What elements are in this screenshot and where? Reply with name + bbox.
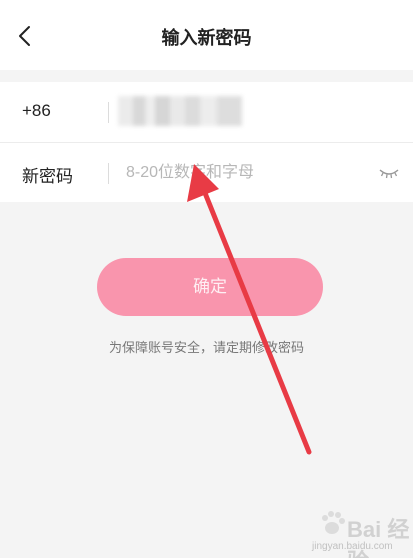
password-input[interactable] <box>126 159 356 187</box>
password-label: 新密码 <box>22 167 73 186</box>
watermark-url: jingyan.baidu.com <box>312 541 393 552</box>
screen: 输入新密码 +86 新密码 确定 为保障账号安全，请定期修改密码 Bai 经 j… <box>0 0 413 558</box>
divider <box>108 163 109 184</box>
page-title: 输入新密码 <box>161 28 252 48</box>
password-row: 新密码 <box>0 142 413 202</box>
confirm-button[interactable]: 确定 <box>97 258 323 316</box>
phone-row: +86 <box>0 82 413 142</box>
country-code[interactable]: +86 <box>22 101 51 121</box>
password-form: +86 新密码 <box>0 82 413 202</box>
phone-number-blurred <box>118 96 242 126</box>
navbar: 输入新密码 <box>0 0 413 70</box>
divider <box>108 102 109 123</box>
password-visibility-toggle[interactable] <box>378 165 400 181</box>
eye-closed-icon <box>379 169 399 179</box>
security-hint: 为保障账号安全，请定期修改密码 <box>108 340 304 355</box>
